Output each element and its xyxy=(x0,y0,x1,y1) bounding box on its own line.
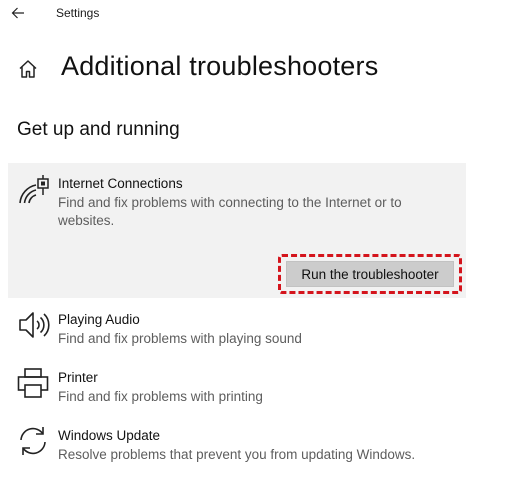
item-description: Find and fix problems with playing sound xyxy=(58,331,302,346)
page-title: Additional troubleshooters xyxy=(61,51,379,81)
item-name: Internet Connections xyxy=(58,176,183,191)
item-name: Windows Update xyxy=(58,428,161,443)
item-name: Printer xyxy=(58,370,98,385)
troubleshooter-internet-connections[interactable]: Internet Connections Find and fix proble… xyxy=(8,163,466,298)
item-description: Find and fix problems with printing xyxy=(58,389,263,404)
back-button[interactable] xyxy=(8,3,28,23)
section-heading: Get up and running xyxy=(17,119,180,140)
wifi-network-icon xyxy=(16,173,50,207)
troubleshooter-windows-update[interactable]: Windows Update Resolve problems that pre… xyxy=(8,422,466,472)
speaker-icon xyxy=(16,308,50,342)
item-description: Resolve problems that prevent you from u… xyxy=(58,447,416,462)
home-icon xyxy=(19,60,37,78)
app-title: Settings xyxy=(56,6,100,20)
troubleshooter-playing-audio[interactable]: Playing Audio Find and fix problems with… xyxy=(8,306,466,356)
title-bar: Settings xyxy=(0,0,527,28)
troubleshooter-printer[interactable]: Printer Find and fix problems with print… xyxy=(8,364,466,414)
home-button[interactable] xyxy=(17,58,39,80)
back-arrow-icon xyxy=(11,7,24,19)
refresh-icon xyxy=(16,424,50,458)
highlight-box: Run the troubleshooter xyxy=(278,254,462,294)
item-name: Playing Audio xyxy=(58,312,140,327)
item-description: Find and fix problems with connecting to… xyxy=(58,195,402,228)
run-troubleshooter-button[interactable]: Run the troubleshooter xyxy=(286,261,454,287)
printer-icon xyxy=(16,366,50,400)
